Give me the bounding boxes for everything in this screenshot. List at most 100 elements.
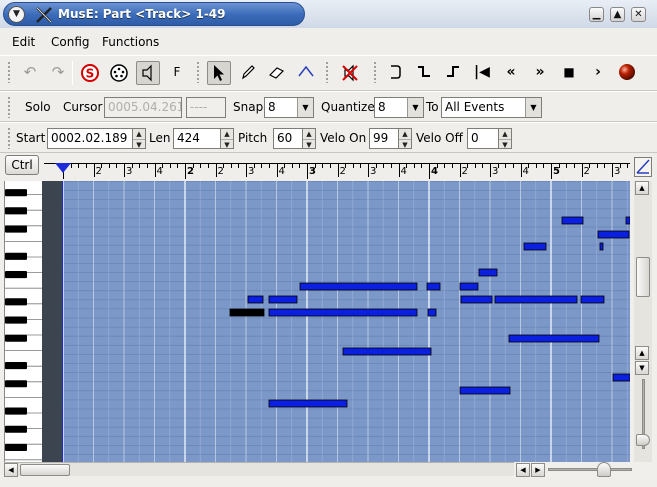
scroll-up-icon[interactable]: ▲ — [635, 346, 649, 360]
step-down-icon[interactable]: ▼ — [399, 139, 411, 149]
follow-song-button[interactable]: F — [165, 61, 189, 85]
black-key[interactable] — [5, 316, 27, 324]
scroll-down-icon[interactable]: ▼ — [635, 361, 649, 375]
velo-on-field[interactable]: 99 — [369, 128, 399, 149]
step-down-icon[interactable]: ▼ — [303, 139, 315, 149]
vertical-scrollbar[interactable]: ▲ ▲ ▼ — [634, 181, 652, 462]
step-up-icon[interactable]: ▲ — [133, 129, 145, 139]
toolbar-grip[interactable] — [7, 127, 11, 149]
chevron-down-icon[interactable]: ▼ — [525, 98, 541, 117]
punch-in-icon[interactable] — [412, 61, 436, 85]
horizontal-scrollbar[interactable]: ◀ — [4, 462, 514, 477]
vscroll-thumb[interactable] — [636, 257, 650, 297]
note-event[interactable] — [459, 282, 479, 291]
quantize-to-select[interactable]: All Events ▼ — [441, 97, 542, 118]
speaker-icon[interactable] — [136, 61, 160, 85]
note-event[interactable] — [459, 386, 511, 395]
note-event[interactable] — [268, 308, 418, 317]
vzoom-handle[interactable] — [636, 434, 650, 446]
pitch-stepper[interactable]: ▲ ▼ — [303, 128, 316, 149]
step-down-icon[interactable]: ▼ — [499, 139, 511, 149]
note-event[interactable] — [612, 373, 630, 382]
time-ruler[interactable]: 2 3 4 2 2 3 4 3 2 3 4 4 2 3 4 5 2 3 — [44, 153, 630, 179]
toolbar-grip[interactable] — [196, 61, 200, 83]
solo-s-icon[interactable]: S — [78, 61, 102, 85]
velo-on-stepper[interactable]: ▲ ▼ — [399, 128, 412, 149]
chevron-down-icon[interactable]: ▼ — [407, 98, 423, 117]
step-up-icon[interactable]: ▲ — [399, 129, 411, 139]
step-up-icon[interactable]: ▲ — [303, 129, 315, 139]
toolbar-grip[interactable] — [7, 96, 11, 118]
midi-din-icon[interactable] — [107, 61, 131, 85]
toolbar-grip[interactable] — [373, 61, 377, 83]
loop-icon[interactable] — [383, 61, 407, 85]
black-key[interactable] — [5, 362, 27, 370]
pointer-icon[interactable] — [207, 61, 231, 85]
note-event[interactable] — [460, 295, 493, 304]
note-event[interactable] — [342, 347, 432, 356]
black-key[interactable] — [5, 380, 27, 388]
piano-keyboard[interactable] — [4, 181, 42, 462]
hzoom-handle[interactable] — [597, 462, 611, 477]
toolbar-grip[interactable] — [7, 61, 11, 83]
note-event[interactable] — [597, 230, 630, 239]
stop-icon[interactable]: ■ — [557, 61, 581, 85]
note-event-selected[interactable] — [229, 308, 265, 317]
black-key[interactable] — [5, 271, 27, 279]
piano-keys[interactable] — [5, 181, 42, 462]
note-event[interactable] — [508, 334, 600, 343]
black-key[interactable] — [5, 207, 27, 215]
step-up-icon[interactable]: ▲ — [221, 129, 233, 139]
ctrl-button[interactable]: Ctrl — [5, 155, 39, 175]
note-event[interactable] — [523, 242, 547, 251]
note-event[interactable] — [599, 242, 604, 251]
record-icon[interactable] — [615, 61, 639, 85]
pitch-field[interactable]: 60 — [273, 128, 303, 149]
velo-off-field[interactable]: 0 — [467, 128, 499, 149]
to-start-icon[interactable]: |◀ — [470, 61, 494, 85]
chevron-down-icon[interactable]: ▼ — [297, 98, 313, 117]
snap-select[interactable]: 8 ▼ — [264, 97, 314, 118]
note-event[interactable] — [299, 282, 418, 291]
minimize-icon[interactable]: ▁ — [589, 7, 604, 22]
toolbar-grip[interactable] — [325, 61, 329, 83]
step-down-icon[interactable]: ▼ — [133, 139, 145, 149]
start-field[interactable]: 0002.02.189 — [47, 128, 133, 149]
fast-forward-icon[interactable]: » — [528, 61, 552, 85]
rewind-icon[interactable]: « — [499, 61, 523, 85]
note-event[interactable] — [426, 282, 441, 291]
quantize-select[interactable]: 8 ▼ — [374, 97, 424, 118]
playhead-marker-icon[interactable] — [55, 163, 71, 173]
hscroll-thumb[interactable] — [20, 464, 70, 476]
black-key[interactable] — [5, 334, 27, 342]
start-stepper[interactable]: ▲ ▼ — [133, 128, 146, 149]
step-up-icon[interactable]: ▲ — [499, 129, 511, 139]
pencil-icon[interactable] — [236, 61, 260, 85]
window-menu-button[interactable]: ▼ — [8, 6, 25, 23]
tool-edit-icon[interactable] — [634, 157, 652, 177]
black-key[interactable] — [5, 443, 27, 451]
black-key[interactable] — [5, 225, 27, 233]
maximize-icon[interactable]: ▲ — [610, 7, 625, 22]
undo-icon[interactable]: ↶ — [18, 61, 42, 85]
redo-icon[interactable]: ↷ — [46, 61, 70, 85]
speaker-muted-icon[interactable] — [338, 61, 362, 85]
note-event[interactable] — [625, 216, 630, 225]
scroll-left-icon[interactable]: ◀ — [516, 463, 530, 477]
eraser-icon[interactable] — [265, 61, 289, 85]
note-event[interactable] — [494, 295, 578, 304]
black-key[interactable] — [5, 407, 27, 415]
close-icon[interactable]: ✕ — [631, 7, 646, 22]
scroll-up-icon[interactable]: ▲ — [635, 181, 649, 195]
step-down-icon[interactable]: ▼ — [221, 139, 233, 149]
hzoom-track[interactable] — [548, 468, 632, 471]
note-event[interactable] — [478, 268, 498, 277]
note-event[interactable] — [580, 295, 605, 304]
note-event[interactable] — [268, 399, 348, 408]
menu-edit[interactable]: Edit — [12, 35, 35, 49]
scroll-right-icon[interactable]: ▶ — [531, 463, 545, 477]
black-key[interactable] — [5, 252, 27, 260]
title-pill[interactable]: ▼ MusE: Part <Track> 1-49 — [3, 2, 305, 26]
len-field[interactable]: 424 — [173, 128, 221, 149]
velo-off-stepper[interactable]: ▲ ▼ — [499, 128, 512, 149]
